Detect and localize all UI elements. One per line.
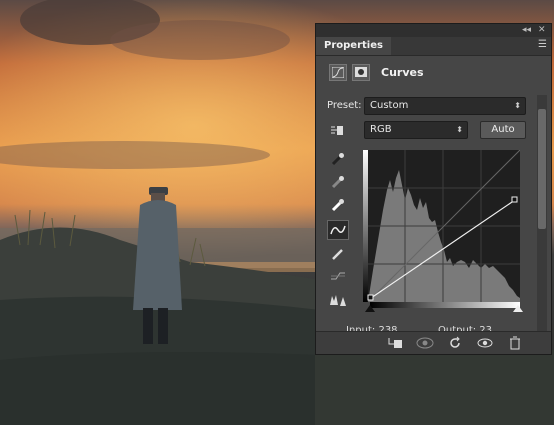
adjustment-title: Curves xyxy=(381,65,424,79)
preset-select[interactable]: Custom ⬍ xyxy=(364,97,526,115)
panel-bottom-bar xyxy=(316,331,551,354)
trash-icon[interactable] xyxy=(504,334,526,352)
visibility-eye-icon[interactable] xyxy=(474,334,496,352)
curve-point-black xyxy=(367,294,374,301)
preset-label: Preset: xyxy=(327,100,362,111)
tab-properties[interactable]: Properties xyxy=(316,37,391,55)
view-previous-state-icon[interactable] xyxy=(414,334,436,352)
scrollbar-thumb[interactable] xyxy=(538,109,546,229)
reset-icon[interactable] xyxy=(444,334,466,352)
panel-tab-row: Properties ☰ xyxy=(316,37,551,56)
chevron-updown-icon: ⬍ xyxy=(514,101,521,110)
double-chevron-left-icon[interactable]: ◂◂ xyxy=(522,24,531,37)
curve-point-white xyxy=(511,196,518,203)
panel-title-bar: ◂◂ ✕ xyxy=(316,24,551,37)
curves-graph[interactable] xyxy=(363,150,520,302)
preset-value: Custom xyxy=(370,100,409,111)
channel-select[interactable]: RGB ⬍ xyxy=(364,121,468,139)
black-point-slider[interactable] xyxy=(365,305,375,312)
auto-button[interactable]: Auto xyxy=(480,121,526,139)
properties-header: Curves xyxy=(329,62,424,82)
input-gradient-bar xyxy=(370,302,520,308)
white-point-eyedropper-icon[interactable] xyxy=(327,195,349,215)
clip-to-layer-icon[interactable] xyxy=(384,334,406,352)
panel-menu-icon[interactable]: ☰ xyxy=(538,39,547,50)
on-image-adjust-hand-icon[interactable] xyxy=(327,120,349,140)
properties-panel: ◂◂ ✕ Properties ☰ Curves Preset: Custom … xyxy=(315,23,552,355)
panel-scrollbar[interactable] xyxy=(537,95,547,332)
white-point-slider[interactable] xyxy=(513,305,523,312)
chevron-updown-icon: ⬍ xyxy=(456,125,463,134)
close-icon[interactable]: ✕ xyxy=(538,24,546,37)
clipping-warning-icon[interactable] xyxy=(327,290,349,310)
pencil-draw-icon[interactable] xyxy=(327,244,349,264)
mask-icon[interactable] xyxy=(352,63,370,81)
smooth-curve-icon[interactable] xyxy=(327,266,349,286)
channel-value: RGB xyxy=(370,124,392,135)
black-point-eyedropper-icon[interactable] xyxy=(327,149,349,169)
edit-points-curve-icon[interactable] xyxy=(327,220,349,240)
gray-point-eyedropper-icon[interactable] xyxy=(327,172,349,192)
curves-adjustment-icon[interactable] xyxy=(329,63,347,81)
